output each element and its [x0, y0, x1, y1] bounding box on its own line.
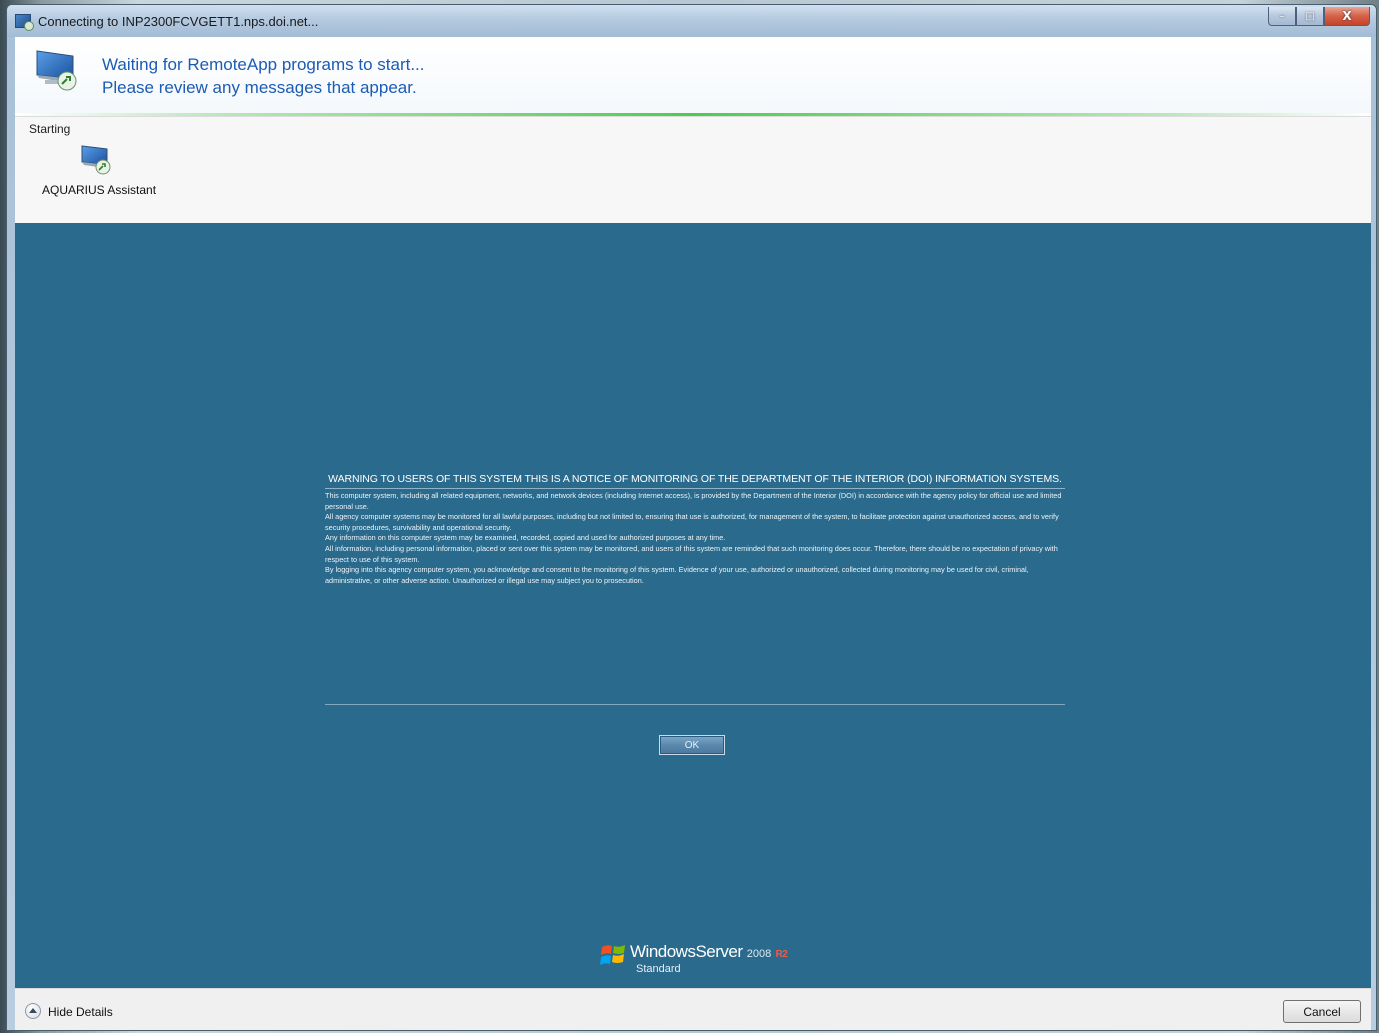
- remoteapp-connection-window: Connecting to INP2300FCVGETT1.nps.doi.ne…: [6, 4, 1377, 1031]
- details-panel: Starting AQUARIUS Assistant: [15, 116, 1371, 223]
- section-label-starting: Starting: [29, 122, 71, 136]
- windows-server-logo: WindowsServer 2008 R2 Standard: [600, 939, 800, 979]
- product-edition: Standard: [636, 963, 681, 975]
- remote-desktop-icon: [15, 14, 34, 31]
- notice-paragraph: Any information on this computer system …: [325, 533, 726, 543]
- maximize-button[interactable]: □: [1296, 7, 1324, 26]
- app-label-aquarius[interactable]: AQUARIUS Assistant: [42, 183, 156, 197]
- notice-paragraph: All agency computer systems may be monit…: [325, 512, 1059, 532]
- minimize-button[interactable]: –: [1268, 7, 1296, 26]
- remoteapp-monitor-icon: [36, 50, 77, 91]
- window-title: Connecting to INP2300FCVGETT1.nps.doi.ne…: [38, 14, 319, 29]
- status-line-1: Waiting for RemoteApp programs to start.…: [102, 55, 425, 74]
- monitoring-notice: WARNING TO USERS OF THIS SYSTEM THIS IS …: [325, 473, 1065, 586]
- cancel-button[interactable]: Cancel: [1283, 1000, 1361, 1023]
- product-name: WindowsServer: [630, 942, 743, 961]
- status-header: Waiting for RemoteApp programs to start.…: [15, 37, 1371, 115]
- caption-buttons: – □ X: [1268, 7, 1370, 26]
- windows-server-wordmark: WindowsServer 2008 R2: [630, 942, 788, 962]
- remoteapp-monitor-icon[interactable]: [79, 143, 113, 175]
- status-message: Waiting for RemoteApp programs to start.…: [102, 53, 425, 99]
- notice-title: WARNING TO USERS OF THIS SYSTEM THIS IS …: [325, 473, 1065, 489]
- status-line-2: Please review any messages that appear.: [102, 78, 417, 97]
- product-release: R2: [775, 949, 788, 960]
- notice-paragraph: All information, including personal info…: [325, 543, 1058, 564]
- product-version: 2008: [746, 948, 772, 960]
- notice-paragraph: This computer system, including all rela…: [325, 491, 1062, 511]
- close-button[interactable]: X: [1324, 7, 1370, 26]
- chevron-up-icon[interactable]: [25, 1003, 41, 1019]
- notice-body: This computer system, including all rela…: [325, 491, 1065, 586]
- title-bar[interactable]: Connecting to INP2300FCVGETT1.nps.doi.ne…: [7, 5, 1376, 37]
- ok-button[interactable]: OK: [659, 735, 725, 755]
- hide-details-link[interactable]: Hide Details: [48, 1005, 113, 1019]
- windows-flag-icon: [600, 945, 625, 965]
- notice-divider: [325, 704, 1065, 705]
- footer-bar: Hide Details Cancel: [15, 988, 1371, 1030]
- remote-session-area: WARNING TO USERS OF THIS SYSTEM THIS IS …: [15, 223, 1371, 988]
- notice-paragraph: By logging into this agency computer sys…: [325, 565, 1029, 585]
